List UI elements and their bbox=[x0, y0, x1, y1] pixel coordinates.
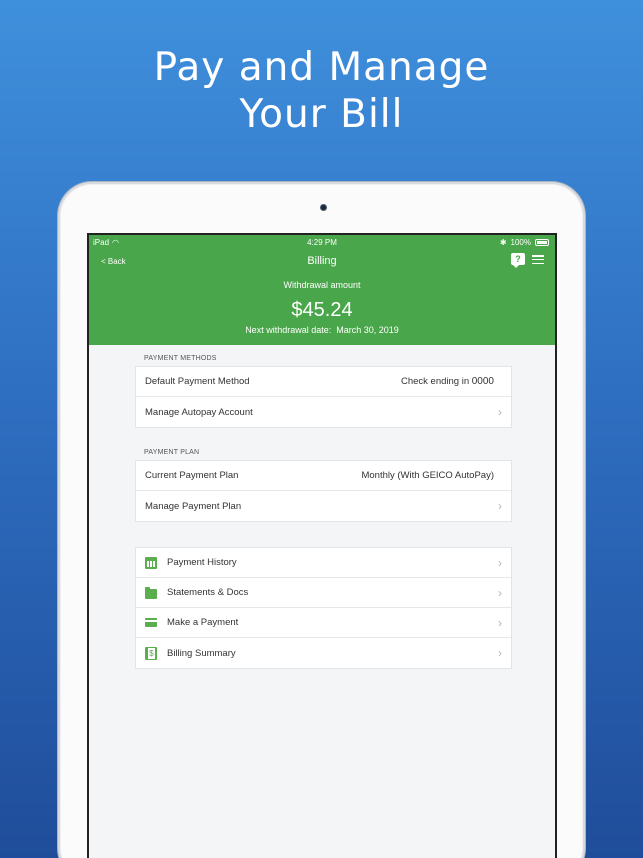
payment-history-label: Payment History bbox=[167, 557, 237, 568]
chevron-right-icon: › bbox=[498, 499, 502, 513]
promo-headline: Pay and Manage Your Bill bbox=[0, 44, 643, 138]
default-payment-method-value: Check ending in 0000 bbox=[400, 376, 494, 387]
payment-history-row[interactable]: Payment History › bbox=[136, 548, 511, 578]
default-payment-method-label: Default Payment Method bbox=[145, 376, 250, 387]
folder-icon bbox=[145, 586, 157, 599]
statements-docs-label: Statements & Docs bbox=[167, 587, 249, 598]
chevron-right-icon: › bbox=[498, 405, 502, 419]
payment-methods-group: Default Payment Method Check ending in 0… bbox=[135, 366, 512, 428]
bluetooth-icon: ✱ bbox=[499, 238, 507, 247]
withdrawal-amount: $45.24 bbox=[291, 299, 353, 321]
payment-plan-group: Current Payment Plan Monthly (With GEICO… bbox=[135, 460, 512, 522]
statements-docs-row[interactable]: Statements & Docs › bbox=[136, 578, 511, 608]
make-payment-row[interactable]: Make a Payment › bbox=[136, 608, 511, 638]
billing-summary-label: Billing Summary bbox=[167, 647, 236, 659]
manage-payment-plan-label: Manage Payment Plan bbox=[145, 500, 242, 512]
current-payment-plan-row[interactable]: Current Payment Plan Monthly (With GEICO… bbox=[136, 461, 511, 491]
status-right: ✱ 100% bbox=[500, 238, 549, 247]
status-time: 4:29 PM bbox=[307, 238, 337, 247]
manage-autopay-label: Manage Autopay Account bbox=[145, 406, 253, 418]
camera-icon bbox=[320, 204, 327, 211]
chevron-right-icon: › bbox=[498, 585, 502, 600]
payment-plan-section-label: PAYMENT PLAN bbox=[144, 449, 200, 456]
billing-links-group: Payment History › Statements & Docs › Ma… bbox=[135, 547, 512, 669]
chevron-right-icon: › bbox=[498, 646, 502, 660]
app-screen: iPad ◠ 4:29 PM ✱ 100% < Back Billing ? Wi… bbox=[87, 233, 557, 858]
default-payment-method-row[interactable]: Default Payment Method Check ending in 0… bbox=[136, 367, 511, 397]
current-payment-plan-value: Monthly (With GEICO AutoPay) bbox=[361, 470, 494, 481]
billing-header: iPad ◠ 4:29 PM ✱ 100% < Back Billing ? Wi… bbox=[89, 235, 555, 345]
payment-methods-section-label: PAYMENT METHODS bbox=[144, 355, 217, 362]
ipad-frame: iPad ◠ 4:29 PM ✱ 100% < Back Billing ? Wi… bbox=[58, 182, 585, 858]
hamburger-menu-icon[interactable] bbox=[532, 255, 544, 265]
help-chat-icon[interactable]: ? bbox=[511, 253, 525, 268]
battery-percent: 100% bbox=[510, 238, 531, 247]
manage-payment-plan-row[interactable]: Manage Payment Plan › bbox=[136, 491, 511, 521]
promo-line-1: Pay and Manage bbox=[153, 45, 490, 90]
page-title: Billing bbox=[307, 255, 337, 267]
next-withdrawal-date: Next withdrawal date: March 30, 2019 bbox=[245, 325, 399, 335]
billing-summary-row[interactable]: Billing Summary › bbox=[136, 638, 511, 668]
promo-line-2: Your Bill bbox=[239, 92, 404, 137]
withdrawal-label: Withdrawal amount bbox=[283, 280, 361, 290]
chevron-right-icon: › bbox=[498, 615, 502, 630]
chevron-right-icon: › bbox=[498, 555, 502, 570]
calendar-icon bbox=[145, 556, 157, 569]
credit-card-icon bbox=[145, 618, 157, 627]
make-payment-label: Make a Payment bbox=[167, 617, 239, 628]
battery-icon bbox=[535, 239, 549, 246]
bill-icon bbox=[145, 646, 157, 660]
manage-autopay-row[interactable]: Manage Autopay Account › bbox=[136, 397, 511, 427]
current-payment-plan-label: Current Payment Plan bbox=[145, 470, 239, 481]
